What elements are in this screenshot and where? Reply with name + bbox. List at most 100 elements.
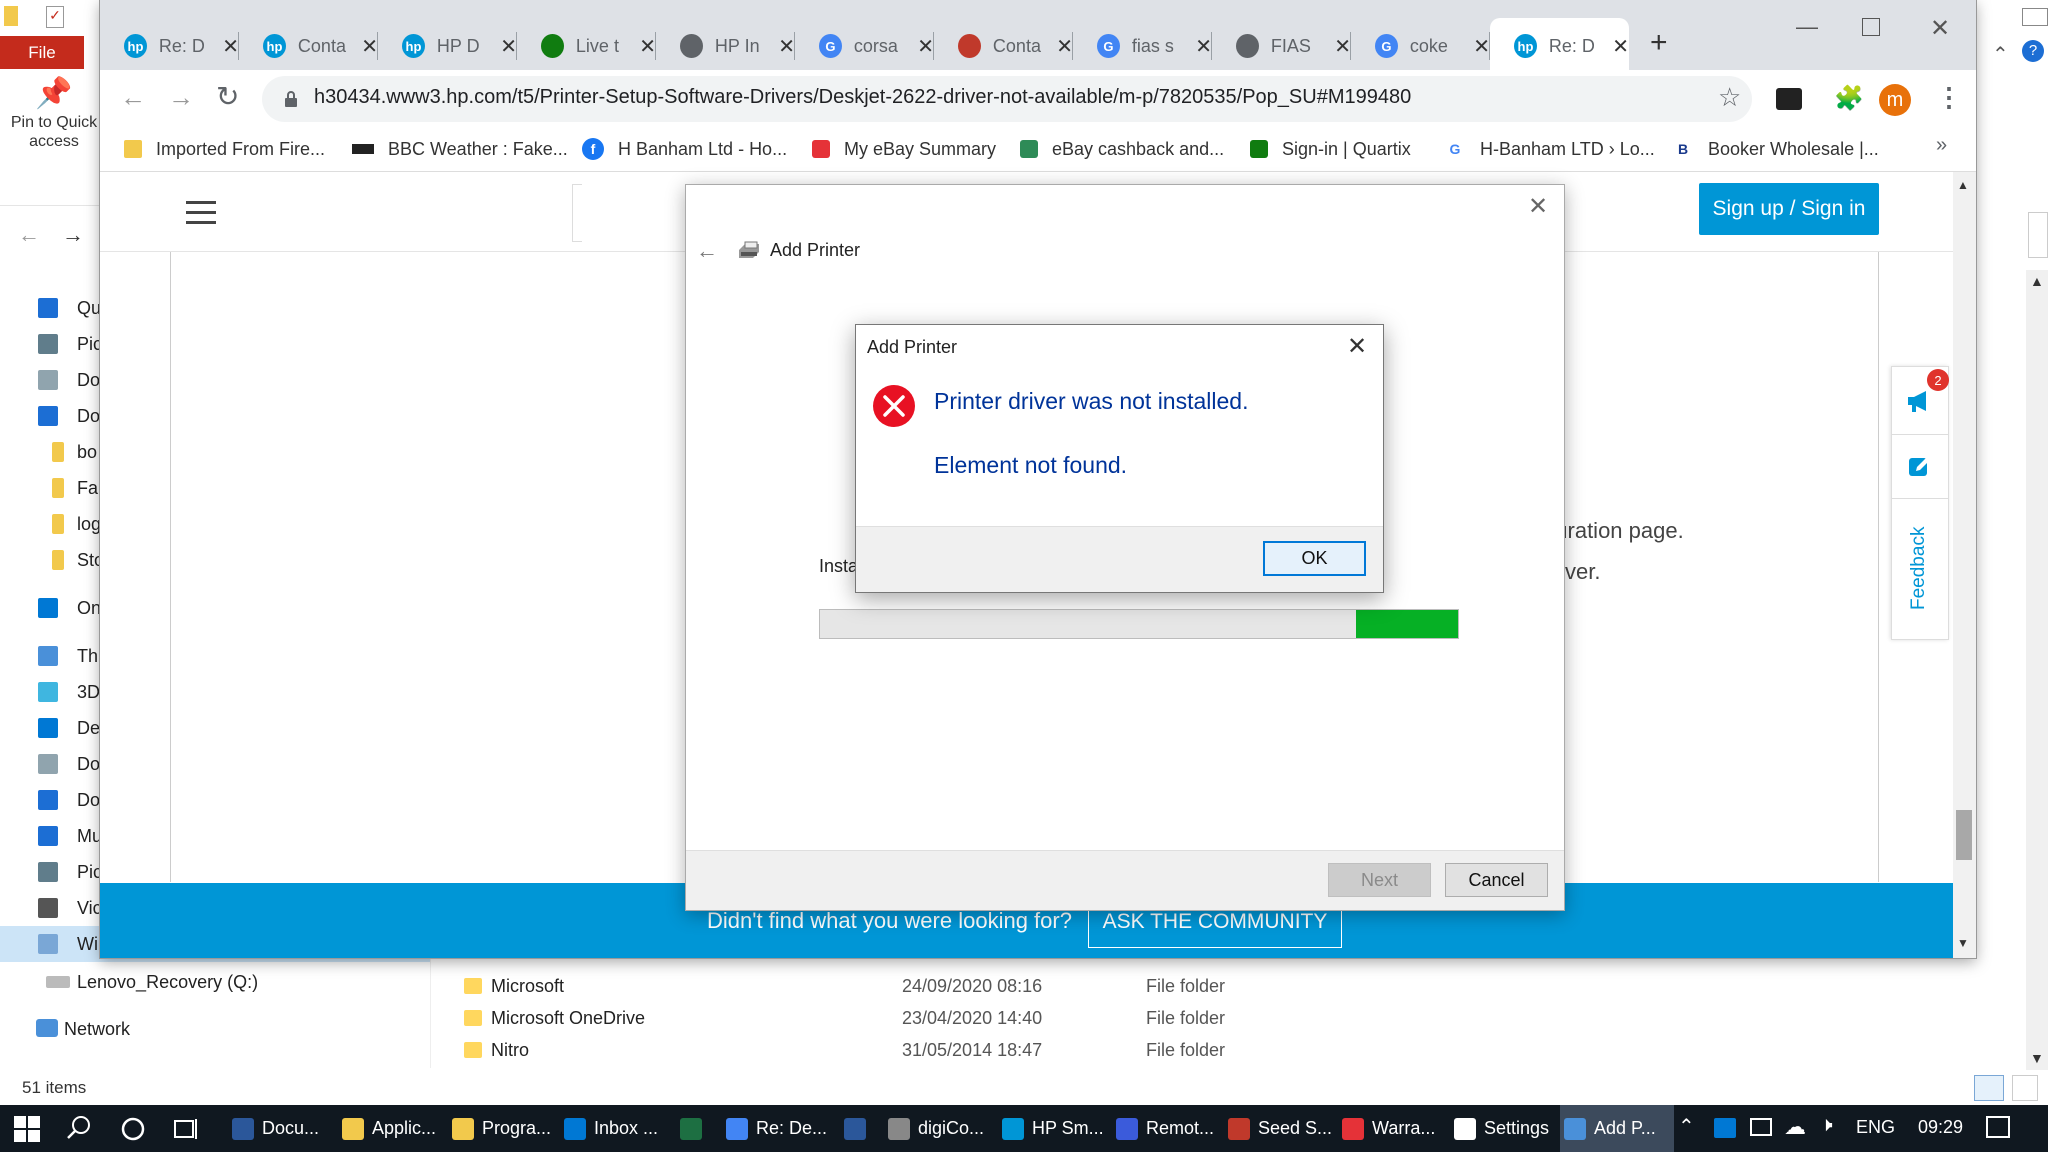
bookmark-item[interactable]: B Booker Wholesale |... (1672, 137, 1879, 161)
taskbar-app[interactable]: digiCo... (884, 1105, 996, 1152)
bookmark-item[interactable]: BBC Weather : Fake... (352, 137, 568, 161)
cube-icon (38, 682, 58, 702)
taskbar-app[interactable]: Applic... (338, 1105, 446, 1152)
next-button[interactable]: Next (1328, 863, 1431, 897)
start-button[interactable] (14, 1116, 40, 1142)
app-icon (680, 1117, 702, 1140)
file-name: Microsoft (491, 976, 565, 996)
forward-arrow-icon[interactable]: → (62, 222, 84, 248)
search-box-edge[interactable] (2028, 212, 2048, 258)
taskbar-app[interactable]: Progra... (448, 1105, 558, 1152)
onedrive-tray-icon[interactable]: ☁ (1784, 1114, 1806, 1140)
bookmark-item[interactable]: My eBay Summary (812, 137, 996, 161)
wizard-back-arrow-icon[interactable]: ← (696, 238, 718, 264)
ok-button[interactable]: OK (1263, 541, 1366, 576)
details-view-icon[interactable] (1974, 1075, 2004, 1101)
bookmark-item[interactable]: eBay cashback and... (1020, 137, 1224, 161)
scroll-up-icon[interactable]: ▲ (1957, 178, 1969, 192)
help-icon[interactable]: ? (2022, 40, 2044, 62)
tree-item-label: Wi (77, 933, 98, 954)
sign-up-sign-in-button[interactable]: Sign up / Sign in (1699, 183, 1879, 235)
taskbar-app[interactable] (676, 1105, 720, 1152)
wizard-close-button[interactable]: ✕ (1528, 192, 1548, 221)
taskbar-app[interactable] (840, 1105, 882, 1152)
scrollbar-thumb[interactable] (1956, 810, 1972, 860)
language-indicator[interactable]: ENG (1856, 1117, 1895, 1138)
file-row[interactable]: Nitro 31/05/2014 18:47 File folder (460, 1036, 1360, 1068)
taskbar-app[interactable]: Re: De... (722, 1105, 838, 1152)
taskbar-app[interactable]: Remot... (1112, 1105, 1222, 1152)
action-center-icon[interactable] (1986, 1116, 2010, 1138)
google-icon: G (1449, 141, 1461, 157)
network-tray-icon[interactable] (1750, 1118, 1772, 1136)
taskbar-app-label: HP Sm... (1032, 1118, 1104, 1138)
bookmark-item[interactable]: f H Banham Ltd - Ho... (582, 137, 787, 161)
bookmark-label: Booker Wholesale |... (1708, 138, 1879, 159)
error-icon (872, 384, 916, 428)
install-status-label: Insta (819, 556, 859, 576)
document-icon (38, 754, 58, 774)
search-box-edge[interactable] (572, 184, 582, 242)
taskbar-app[interactable]: Settings (1450, 1105, 1558, 1152)
window-edge (2022, 8, 2048, 26)
folder-icon (464, 1010, 482, 1026)
status-item-count: 51 items (22, 1078, 87, 1097)
music-icon (38, 826, 58, 846)
folder-icon (52, 514, 64, 534)
bookmarks-overflow-icon[interactable]: » (1936, 134, 1947, 157)
scroll-down-icon[interactable]: ▼ (1957, 936, 1969, 950)
app-icon (342, 1117, 364, 1140)
folder-icon (52, 442, 64, 462)
folder-icon (52, 550, 64, 570)
folder-icon (464, 1042, 482, 1058)
ribbon-collapse-icon[interactable]: ⌃ (1992, 42, 2009, 67)
file-row[interactable]: Microsoft 24/09/2020 08:16 File folder (460, 972, 1360, 1004)
tray-chevron-icon[interactable]: ⌃ (1678, 1114, 1695, 1139)
back-arrow-icon[interactable]: ← (18, 222, 40, 248)
bbc-icon (352, 144, 374, 154)
edit-button[interactable] (1892, 435, 1948, 499)
taskbar-app[interactable]: Warra... (1338, 1105, 1448, 1152)
folder-icon (4, 6, 18, 26)
folder-icon (124, 140, 142, 158)
taskbar-app[interactable]: HP Sm... (998, 1105, 1110, 1152)
large-icons-view-icon[interactable] (2012, 1075, 2038, 1101)
taskbar-app-label: Remot... (1146, 1118, 1215, 1138)
bookmark-label: Imported From Fire... (156, 138, 326, 159)
bookmark-label: BBC Weather : Fake... (388, 138, 568, 159)
wizard-footer (686, 850, 1564, 910)
hamburger-menu-icon[interactable] (186, 200, 216, 226)
volume-muted-icon[interactable]: 🕨 (1820, 1114, 1833, 1137)
file-row[interactable]: Microsoft OneDrive 23/04/2020 14:40 File f… (460, 1004, 1360, 1036)
bookmark-item[interactable]: G H-Banham LTD › Lo... (1444, 137, 1655, 161)
scroll-up-icon[interactable]: ▲ (2030, 273, 2044, 289)
taskbar-app[interactable]: Docu... (228, 1105, 336, 1152)
taskbar-app[interactable]: Seed S... (1224, 1105, 1336, 1152)
explorer-scrollbar[interactable] (2026, 270, 2048, 1070)
app-icon (844, 1117, 866, 1140)
bookmark-item[interactable]: Imported From Fire... (124, 137, 325, 161)
banner-question: Didn't find what you were looking for? (707, 908, 1072, 933)
pin-to-quick-access-button[interactable]: 📌 Pin to Quick access (0, 78, 108, 178)
scroll-down-icon[interactable]: ▼ (2030, 1050, 2044, 1066)
clock[interactable]: 09:29 (1918, 1117, 1963, 1138)
cancel-button[interactable]: Cancel (1445, 863, 1548, 897)
file-menu-tab[interactable]: File (0, 36, 84, 69)
file-type: File folder (1146, 1040, 1226, 1060)
task-view-icon[interactable] (174, 1117, 200, 1141)
bookmark-item[interactable]: Sign-in | Quartix (1250, 137, 1411, 161)
content-border-left (170, 252, 171, 882)
taskbar-app[interactable]: Add P... (1560, 1105, 1674, 1152)
taskbar-app[interactable]: Inbox ... (560, 1105, 674, 1152)
error-dialog-close-button[interactable]: ✕ (1347, 332, 1367, 361)
search-icon[interactable] (66, 1115, 92, 1141)
booker-icon: B (1677, 141, 1689, 157)
taskbar-app-label: Re: De... (756, 1118, 828, 1138)
pictures-icon (38, 862, 58, 882)
tree-item-label: log (77, 513, 102, 534)
feedback-tab[interactable]: Feedback (1908, 527, 1930, 610)
app-icon (452, 1117, 474, 1140)
cortana-icon[interactable] (120, 1116, 146, 1142)
outlook-tray-icon[interactable] (1714, 1118, 1736, 1138)
pin-icon: 📌 (35, 77, 73, 110)
